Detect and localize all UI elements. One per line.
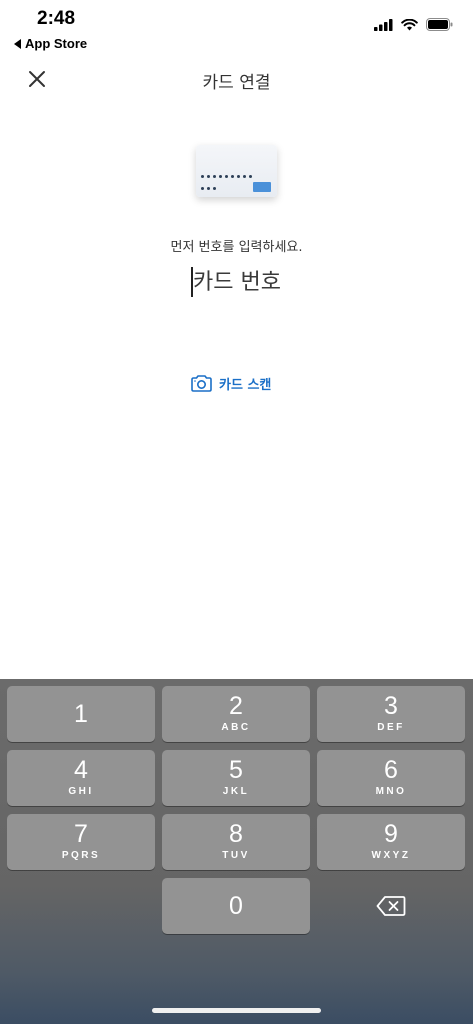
backspace-button[interactable] [317,878,465,934]
key-3[interactable]: 3 DEF [317,686,465,742]
cellular-signal-icon [374,18,393,31]
key-digit: 6 [384,756,398,784]
back-app-label: App Store [25,36,88,51]
key-letters: JKL [222,786,250,797]
key-letters: PQRS [61,850,101,861]
key-digit: 5 [229,756,243,784]
key-5[interactable]: 5 JKL [162,750,310,806]
backspace-icon [376,896,406,916]
key-digit: 0 [229,892,243,920]
key-letters: WXYZ [371,850,411,861]
key-letters: ABC [221,722,251,733]
scan-card-label: 카드 스캔 [219,377,272,393]
key-digit: 4 [74,756,88,784]
back-arrow-icon [14,38,21,49]
key-9[interactable]: 9 WXYZ [317,814,465,870]
key-digit: 8 [229,820,243,848]
key-digit: 9 [384,820,398,848]
card-illustration-icon [196,145,277,197]
page-title: 카드 연결 [202,73,271,93]
key-letters: DEF [377,722,405,733]
key-8[interactable]: 8 TUV [162,814,310,870]
key-digit: 3 [384,692,398,720]
battery-icon [426,18,453,31]
key-digit: 1 [74,700,88,728]
key-6[interactable]: 6 MNO [317,750,465,806]
card-number-input[interactable] [191,264,373,300]
key-letters: TUV [222,850,250,861]
key-digit: 2 [229,692,243,720]
key-2[interactable]: 2 ABC [162,686,310,742]
status-time: 2:48 [37,8,76,29]
home-indicator[interactable] [152,1008,321,1013]
numeric-keypad: 1 2 ABC 3 DEF 4 GHI 5 JKL 6 MNO 7 PQRS 8… [0,679,473,1024]
key-digit: 7 [74,820,88,848]
key-0[interactable]: 0 [162,878,310,934]
key-letters: MNO [375,786,407,797]
key-4[interactable]: 4 GHI [7,750,155,806]
key-1[interactable]: 1 [7,686,155,742]
card-number-prompt: 먼저 번호를 입력하세요. [170,240,303,255]
wifi-icon [401,18,418,30]
status-icons [374,18,453,31]
key-7[interactable]: 7 PQRS [7,814,155,870]
scan-card-button[interactable]: 카드 스캔 [190,371,271,395]
camera-icon [191,374,212,392]
card-number-field-wrap [191,264,373,300]
back-to-app-link[interactable]: App Store [14,36,87,51]
key-letters: GHI [68,786,94,797]
